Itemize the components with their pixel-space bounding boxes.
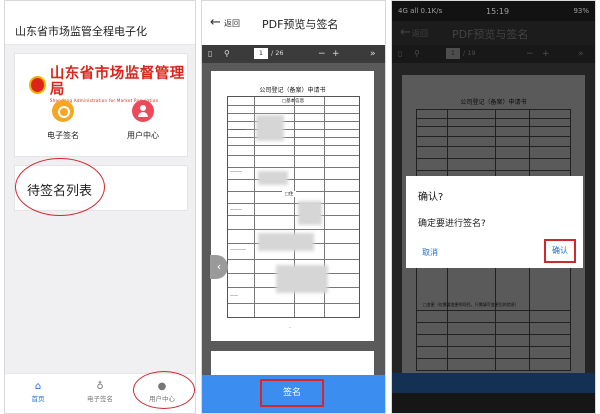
user-icon — [132, 100, 154, 122]
tab-user-center[interactable]: ● 用户中心 — [137, 380, 187, 403]
document-title: 公司登记（备案）申请书 — [259, 87, 326, 94]
home-screen: 山东省市场监管全程电子化 山东省市场监督管理局 Shandong Adminis… — [4, 0, 196, 414]
sign-button[interactable]: 签名 — [260, 379, 324, 407]
emblem-icon — [29, 75, 46, 94]
form-section-label: □基本信息 — [274, 98, 312, 104]
seal-icon — [52, 100, 74, 122]
zoom-in-icon[interactable]: + — [332, 48, 340, 60]
search-icon[interactable]: ⚲ — [224, 48, 230, 60]
agency-name: 山东省市场监督管理局 — [49, 65, 185, 98]
pdf-viewer[interactable]: 公司登记（备案）申请书 □基本信息 □住 ———— ——— ——— ———— —… — [202, 63, 385, 381]
confirm-dialog-screen: 4G all 0.1K/s 15:19 93% ← 返回 PDF预览与签名 ▯ … — [391, 0, 596, 414]
e-signature-button[interactable]: 电子签名 — [33, 100, 93, 141]
cancel-button[interactable]: 取消 — [422, 247, 438, 258]
back-button[interactable]: 返回 — [224, 18, 240, 29]
signature-icon: ♁ — [96, 381, 104, 392]
logo-card: 山东省市场监督管理局 Shandong Administration for M… — [14, 53, 188, 157]
pdf-preview-screen: ← 返回 PDF预览与签名 ▯ ⚲ 1 / 26 − + » 公司登记（备案）申… — [201, 0, 386, 414]
confirm-button[interactable]: 确认 — [544, 239, 576, 263]
tab-home[interactable]: ⌂ 首页 — [13, 380, 63, 403]
e-signature-label: 电子签名 — [47, 131, 79, 140]
more-tools-icon[interactable]: » — [370, 48, 376, 60]
confirm-dialog: 确认? 确定要进行签名? 取消 确认 — [406, 176, 583, 268]
app-title: 山东省市场监管全程电子化 — [15, 25, 147, 38]
person-icon: ● — [157, 381, 167, 392]
sign-bar: 签名 — [202, 375, 385, 413]
page-count: / 26 — [271, 49, 284, 57]
dialog-title: 确认? — [418, 192, 444, 203]
tab-e-signature[interactable]: ♁ 电子签名 — [75, 380, 125, 403]
form-table: □基本信息 □住 ———— ——— ——— ———— —— — [227, 96, 360, 318]
bottom-tabbar: ⌂ 首页 ♁ 电子签名 ● 用户中心 — [5, 373, 195, 413]
user-center-button[interactable]: 用户中心 — [113, 100, 173, 141]
page-title: PDF预览与签名 — [262, 18, 339, 31]
agency-logo: 山东省市场监督管理局 Shandong Administration for M… — [29, 66, 187, 103]
app-header: 山东省市场监管全程电子化 — [5, 1, 195, 45]
nav-bar: ← 返回 PDF预览与签名 — [202, 1, 385, 45]
home-icon: ⌂ — [34, 381, 42, 392]
back-arrow-icon[interactable]: ← — [210, 15, 221, 30]
pending-list-title: 待签名列表 — [27, 184, 93, 199]
form-mark: □住 — [282, 191, 296, 197]
pending-list-card[interactable]: 待签名列表 — [14, 165, 188, 211]
zoom-out-icon[interactable]: − — [318, 48, 326, 60]
dialog-message: 确定要进行签名? — [418, 219, 486, 229]
sidebar-toggle-icon[interactable]: ▯ — [208, 48, 212, 60]
pdf-toolbar: ▯ ⚲ 1 / 26 − + » — [202, 45, 385, 63]
page-number-input[interactable]: 1 — [254, 48, 268, 59]
user-center-label: 用户中心 — [127, 131, 159, 140]
pdf-page: 公司登记（备案）申请书 □基本信息 □住 ———— ——— ——— ———— —… — [211, 71, 374, 341]
